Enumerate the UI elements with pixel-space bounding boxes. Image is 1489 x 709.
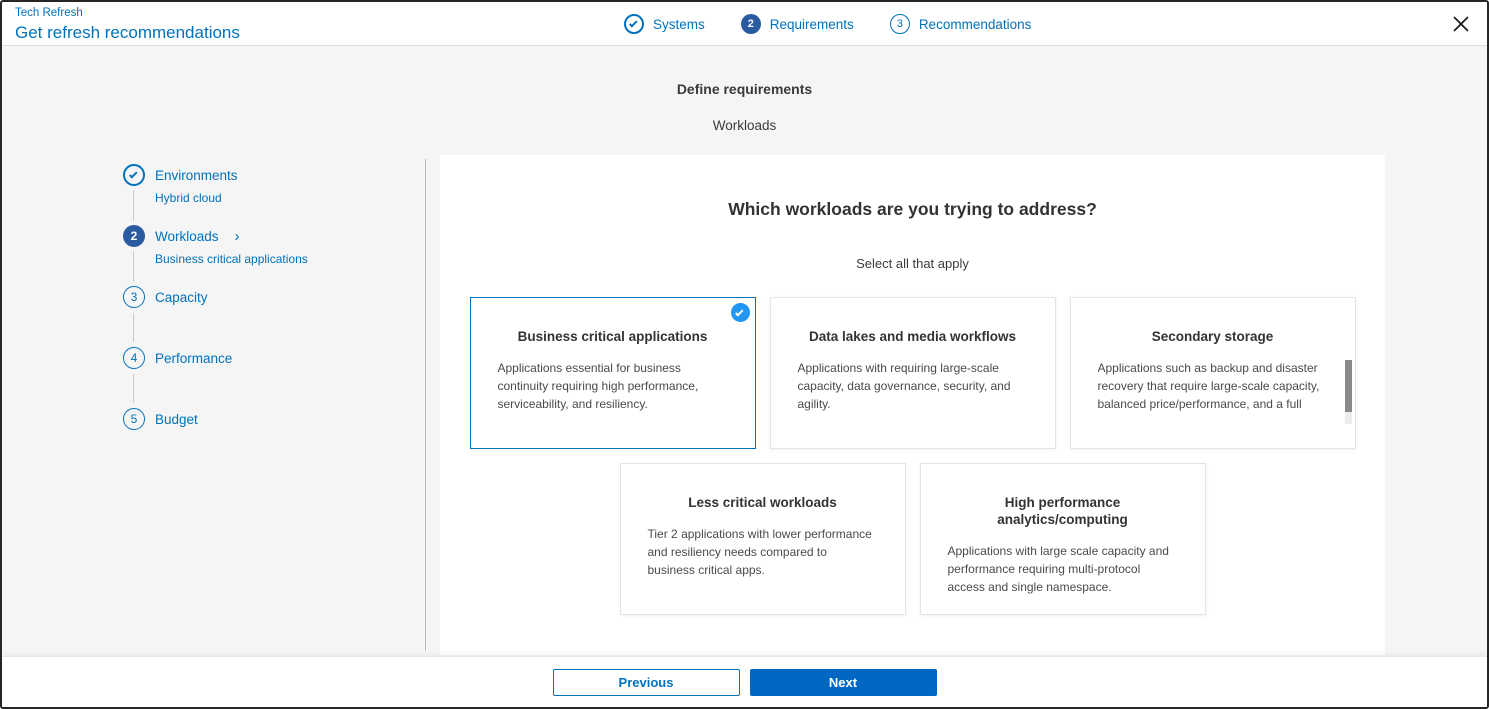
card-title: Less critical workloads [688,495,837,510]
side-step-workloads[interactable]: 2 Workloads › Business critical applicat… [123,225,413,282]
scrollbar-track [1344,412,1352,424]
step-number-icon: 4 [123,347,145,369]
app-label: Tech Refresh [15,7,83,19]
tech-refresh-wizard-window: Tech Refresh Get refresh recommendations… [0,0,1489,709]
header-titles: Tech Refresh Get refresh recommendations [15,6,240,44]
step-connector [133,190,134,221]
card-description: Applications essential for business cont… [497,361,699,411]
header-step-requirements[interactable]: 2 Requirements [740,14,854,34]
card-scrollbar[interactable] [1344,360,1352,424]
header-stepper: Systems 2 Requirements 3 Recommendations [624,2,1031,46]
side-step-budget[interactable]: 5 Budget [123,408,413,430]
header-step-label: Recommendations [918,16,1032,32]
workload-cards-row-2: Less critical workloads Tier 2 applicati… [440,463,1385,615]
workload-card-high-performance[interactable]: High performance analytics/computing App… [919,463,1206,615]
page-title: Get refresh recommendations [15,23,240,42]
close-button[interactable] [1449,12,1473,36]
chevron-right-icon: › [234,227,240,245]
step-number-icon: 2 [740,14,761,34]
wizard-header: Tech Refresh Get refresh recommendations… [2,2,1487,46]
next-button[interactable]: Next [749,668,937,696]
side-step-label: Workloads [155,228,219,244]
header-step-recommendations[interactable]: 3 Recommendations [889,14,1032,34]
side-step-label: Environments [155,167,238,183]
wizard-footer: Previous Next [2,656,1487,707]
panel-instruction: Select all that apply [856,256,969,271]
step-connector [133,251,134,282]
card-title: Secondary storage [1151,329,1274,344]
workload-cards-row-1: Business critical applications Applicati… [440,297,1385,449]
side-step-sublabel: Business critical applications [155,252,308,266]
step-complete-icon [123,164,145,186]
header-step-label: Systems [653,16,705,32]
card-description: Tier 2 applications with lower performan… [647,527,872,577]
side-step-label: Performance [155,350,233,366]
side-step-label: Capacity [155,289,208,305]
step-number-icon: 5 [123,408,145,430]
step-connector [133,374,134,403]
workloads-panel: Which workloads are you trying to addres… [440,155,1385,655]
card-title: Data lakes and media workflows [808,329,1017,344]
workload-card-business-critical[interactable]: Business critical applications Applicati… [469,297,756,449]
close-icon [1453,16,1469,32]
page-subheading: Workloads [712,118,777,133]
previous-button[interactable]: Previous [552,668,740,696]
panel-question: Which workloads are you trying to addres… [728,199,1097,219]
side-step-sublabel: Hybrid cloud [155,191,222,205]
page-heading: Define requirements [676,81,813,97]
header-step-systems[interactable]: Systems [624,14,705,34]
card-title: Business critical applications [517,329,708,344]
step-number-icon: 3 [123,286,145,308]
step-number-icon: 3 [889,14,910,34]
header-step-label: Requirements [769,16,854,32]
card-description: Applications with requiring large-scale … [797,361,1011,411]
side-step-capacity[interactable]: 3 Capacity [123,286,413,342]
side-step-environments[interactable]: Environments Hybrid cloud [123,164,413,221]
workload-card-less-critical[interactable]: Less critical workloads Tier 2 applicati… [619,463,906,615]
workload-card-secondary-storage[interactable]: Secondary storage Applications such as b… [1069,297,1356,449]
card-title: High performance analytics/computing [997,495,1128,527]
workload-card-data-lakes[interactable]: Data lakes and media workflows Applicati… [769,297,1056,449]
card-description: Applications such as backup and disaster… [1097,361,1320,411]
step-complete-icon [624,14,644,34]
step-connector [133,313,134,342]
side-step-performance[interactable]: 4 Performance [123,347,413,403]
step-number-icon: 2 [123,225,145,247]
selected-check-icon [730,303,750,322]
card-description: Applications with large scale capacity a… [947,544,1169,594]
sidebar-divider [425,159,426,651]
side-step-label: Budget [155,411,198,427]
scrollbar-thumb[interactable] [1344,360,1352,412]
